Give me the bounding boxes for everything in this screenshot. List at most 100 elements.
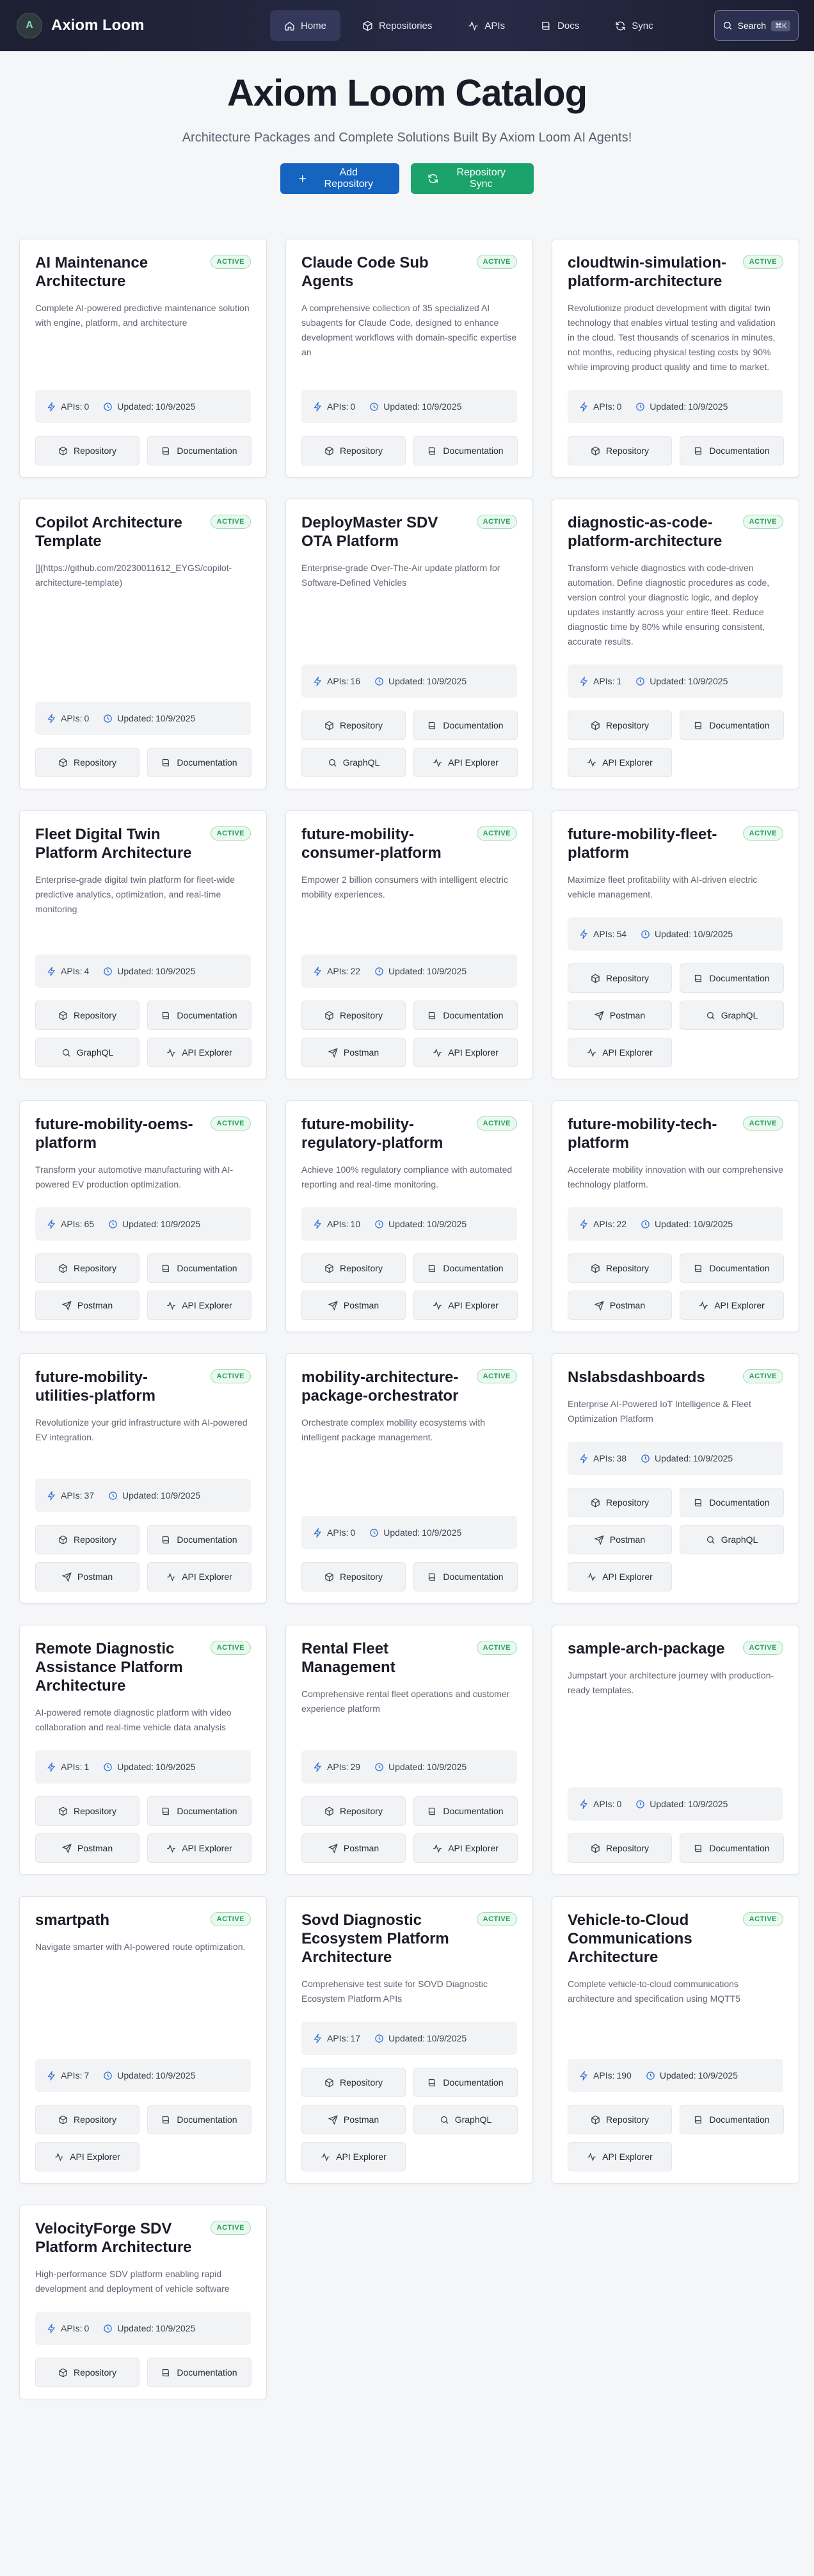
documentation-button[interactable]: Documentation — [147, 2105, 251, 2134]
documentation-button[interactable]: Documentation — [680, 2105, 784, 2134]
documentation-button[interactable]: Documentation — [680, 436, 784, 465]
postman-button[interactable]: Postman — [301, 1291, 406, 1320]
card-title[interactable]: cloudtwin-simulation-platform-architectu… — [568, 254, 735, 291]
repository-card[interactable]: DeployMaster SDV OTA Platform ACTIVE Ent… — [285, 499, 533, 789]
repository-card[interactable]: diagnostic-as-code-platform-architecture… — [552, 499, 799, 789]
repository-button[interactable]: Repository — [568, 436, 672, 465]
documentation-button[interactable]: Documentation — [680, 963, 784, 993]
card-title[interactable]: future-mobility-regulatory-platform — [301, 1115, 469, 1152]
card-title[interactable]: Rental Fleet Management — [301, 1639, 469, 1677]
repository-card[interactable]: mobility-architecture-package-orchestrat… — [285, 1353, 533, 1604]
postman-button[interactable]: Postman — [301, 1833, 406, 1863]
card-title[interactable]: future-mobility-oems-platform — [35, 1115, 203, 1152]
documentation-button[interactable]: Documentation — [147, 1525, 251, 1554]
repository-card[interactable]: smartpath ACTIVE Navigate smarter with A… — [19, 1896, 267, 2184]
repository-card[interactable]: Vehicle-to-Cloud Communications Architec… — [552, 1896, 799, 2184]
card-title[interactable]: Nslabsdashboards — [568, 1368, 705, 1387]
card-title[interactable]: future-mobility-tech-platform — [568, 1115, 735, 1152]
repository-button[interactable]: Repository — [35, 1001, 140, 1030]
repository-button[interactable]: Repository — [35, 1253, 140, 1283]
postman-button[interactable]: Postman — [35, 1291, 140, 1320]
repository-button[interactable]: Repository — [568, 711, 672, 740]
postman-button[interactable]: Postman — [568, 1001, 672, 1030]
graphql-button[interactable]: GraphQL — [301, 748, 406, 777]
nav-link-home[interactable]: Home — [270, 10, 341, 41]
documentation-button[interactable]: Documentation — [147, 1253, 251, 1283]
documentation-button[interactable]: Documentation — [147, 2358, 251, 2387]
card-title[interactable]: mobility-architecture-package-orchestrat… — [301, 1368, 469, 1405]
api-explorer-button[interactable]: API Explorer — [413, 748, 518, 777]
api-explorer-button[interactable]: API Explorer — [568, 748, 672, 777]
api-explorer-button[interactable]: API Explorer — [568, 1562, 672, 1591]
repository-button[interactable]: Repository — [568, 1833, 672, 1863]
card-title[interactable]: future-mobility-utilities-platform — [35, 1368, 203, 1405]
repository-button[interactable]: Repository — [35, 436, 140, 465]
documentation-button[interactable]: Documentation — [413, 2068, 518, 2097]
repository-button[interactable]: Repository — [35, 1525, 140, 1554]
card-title[interactable]: Fleet Digital Twin Platform Architecture — [35, 825, 203, 862]
postman-button[interactable]: Postman — [35, 1833, 140, 1863]
documentation-button[interactable]: Documentation — [413, 711, 518, 740]
repository-button[interactable]: Repository — [301, 1796, 406, 1826]
documentation-button[interactable]: Documentation — [680, 711, 784, 740]
api-explorer-button[interactable]: API Explorer — [413, 1291, 518, 1320]
repository-button[interactable]: Repository — [301, 1562, 406, 1591]
api-explorer-button[interactable]: API Explorer — [35, 2142, 140, 2171]
card-title[interactable]: diagnostic-as-code-platform-architecture — [568, 513, 735, 551]
card-title[interactable]: DeployMaster SDV OTA Platform — [301, 513, 469, 551]
api-explorer-button[interactable]: API Explorer — [147, 1291, 251, 1320]
card-title[interactable]: future-mobility-fleet-platform — [568, 825, 735, 862]
repository-card[interactable]: Remote Diagnostic Assistance Platform Ar… — [19, 1625, 267, 1875]
repository-button[interactable]: Repository — [35, 2105, 140, 2134]
postman-button[interactable]: Postman — [35, 1562, 140, 1591]
card-title[interactable]: Remote Diagnostic Assistance Platform Ar… — [35, 1639, 203, 1695]
search-button[interactable]: Search ⌘K — [714, 10, 799, 41]
repository-button[interactable]: Repository — [35, 748, 140, 777]
repository-card[interactable]: AI Maintenance Architecture ACTIVE Compl… — [19, 239, 267, 478]
documentation-button[interactable]: Documentation — [413, 1796, 518, 1826]
postman-button[interactable]: Postman — [568, 1525, 672, 1554]
documentation-button[interactable]: Documentation — [147, 436, 251, 465]
nav-link-sync[interactable]: Sync — [601, 10, 667, 41]
nav-link-repositories[interactable]: Repositories — [348, 10, 446, 41]
repository-button[interactable]: Repository — [35, 1796, 140, 1826]
repository-button[interactable]: Repository — [568, 963, 672, 993]
repository-card[interactable]: future-mobility-consumer-platform ACTIVE… — [285, 810, 533, 1079]
repository-button[interactable]: Repository — [568, 2105, 672, 2134]
repository-button[interactable]: Repository — [568, 1488, 672, 1517]
graphql-button[interactable]: GraphQL — [680, 1525, 784, 1554]
postman-button[interactable]: Postman — [568, 1291, 672, 1320]
card-title[interactable]: AI Maintenance Architecture — [35, 254, 203, 291]
api-explorer-button[interactable]: API Explorer — [301, 2142, 406, 2171]
documentation-button[interactable]: Documentation — [680, 1253, 784, 1283]
repository-card[interactable]: future-mobility-fleet-platform ACTIVE Ma… — [552, 810, 799, 1079]
documentation-button[interactable]: Documentation — [147, 1001, 251, 1030]
postman-button[interactable]: Postman — [301, 1038, 406, 1067]
documentation-button[interactable]: Documentation — [413, 1562, 518, 1591]
repository-button[interactable]: Repository — [301, 1001, 406, 1030]
card-title[interactable]: Vehicle-to-Cloud Communications Architec… — [568, 1911, 735, 1967]
nav-link-apis[interactable]: APIs — [454, 10, 519, 41]
repository-button[interactable]: Repository — [301, 1253, 406, 1283]
repository-card[interactable]: Claude Code Sub Agents ACTIVE A comprehe… — [285, 239, 533, 478]
api-explorer-button[interactable]: API Explorer — [680, 1291, 784, 1320]
repository-card[interactable]: future-mobility-tech-platform ACTIVE Acc… — [552, 1100, 799, 1332]
documentation-button[interactable]: Documentation — [147, 748, 251, 777]
card-title[interactable]: smartpath — [35, 1911, 109, 1929]
api-explorer-button[interactable]: API Explorer — [147, 1038, 251, 1067]
repository-card[interactable]: future-mobility-utilities-platform ACTIV… — [19, 1353, 267, 1604]
card-title[interactable]: Claude Code Sub Agents — [301, 254, 469, 291]
api-explorer-button[interactable]: API Explorer — [147, 1562, 251, 1591]
repository-card[interactable]: future-mobility-oems-platform ACTIVE Tra… — [19, 1100, 267, 1332]
repository-button[interactable]: Repository — [301, 436, 406, 465]
brand[interactable]: A Axiom Loom — [17, 13, 144, 38]
api-explorer-button[interactable]: API Explorer — [568, 2142, 672, 2171]
card-title[interactable]: VelocityForge SDV Platform Architecture — [35, 2219, 203, 2257]
repository-card[interactable]: Sovd Diagnostic Ecosystem Platform Archi… — [285, 1896, 533, 2184]
repository-card[interactable]: VelocityForge SDV Platform Architecture … — [19, 2205, 267, 2399]
card-title[interactable]: Copilot Architecture Template — [35, 513, 203, 551]
repository-card[interactable]: Fleet Digital Twin Platform Architecture… — [19, 810, 267, 1079]
repository-card[interactable]: cloudtwin-simulation-platform-architectu… — [552, 239, 799, 478]
repository-card[interactable]: Nslabsdashboards ACTIVE Enterprise AI-Po… — [552, 1353, 799, 1604]
card-title[interactable]: sample-arch-package — [568, 1639, 724, 1658]
